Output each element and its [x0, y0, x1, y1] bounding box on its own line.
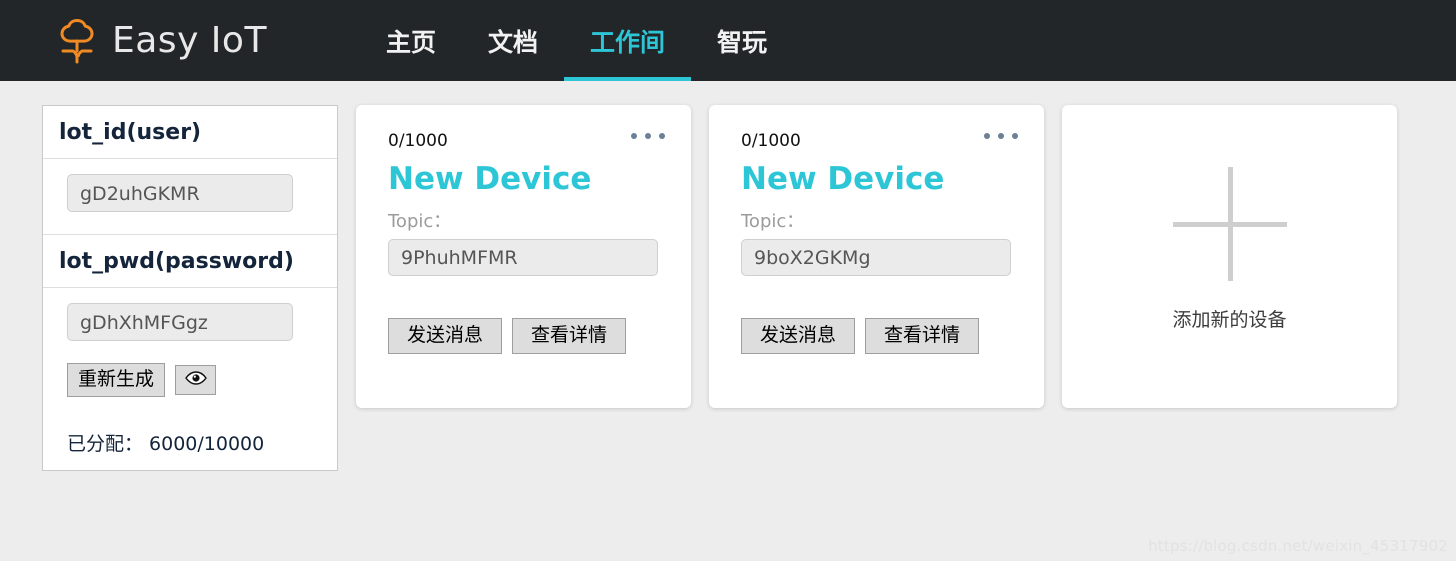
watermark: https://blog.csdn.net/weixin_45317902 [1148, 537, 1448, 555]
device-card: 0/1000 New Device Topic： 9PhuhMFMR 发送消息 … [356, 105, 691, 408]
main-nav: 主页 文档 工作间 智玩 [360, 0, 793, 81]
toggle-password-visibility-button[interactable] [175, 364, 217, 395]
device-actions: 发送消息 查看详情 [741, 318, 1014, 354]
nav-item-playground[interactable]: 智玩 [691, 0, 793, 81]
device-card: 0/1000 New Device Topic： 9boX2GKMg 发送消息 … [709, 105, 1044, 408]
topic-input[interactable]: 9boX2GKMg [741, 239, 1011, 276]
brand-name: Easy IoT [112, 20, 267, 61]
brand-logo-area[interactable]: Easy IoT [54, 16, 267, 66]
add-device-label: 添加新的设备 [1172, 309, 1287, 331]
send-message-button[interactable]: 发送消息 [388, 318, 503, 354]
iot-id-input[interactable]: gD2uhGKMR [67, 174, 293, 212]
eye-icon [184, 371, 207, 388]
tree-cloud-logo-icon [54, 16, 100, 66]
nav-item-workspace[interactable]: 工作间 [563, 0, 692, 81]
main-content: lot_id(user) gD2uhGKMR lot_pwd(password)… [0, 81, 1456, 471]
send-message-button[interactable]: 发送消息 [741, 318, 856, 354]
device-name: New Device [741, 161, 945, 197]
credential-actions: 重新生成 [67, 363, 321, 397]
iot-id-section-title: lot_id(user) [43, 106, 337, 159]
iot-id-section-body: gD2uhGKMR [43, 159, 337, 235]
nav-item-docs[interactable]: 文档 [462, 0, 564, 81]
topic-label: Topic： [741, 211, 805, 232]
iot-pwd-section-body: gDhXhMFGgz 重新生成 已分配： 6000/10000 [43, 288, 337, 470]
nav-item-label: 文档 [487, 28, 538, 57]
allocation-status: 已分配： 6000/10000 [67, 432, 265, 455]
nav-item-label: 智玩 [717, 28, 768, 57]
iot-pwd-section-title: lot_pwd(password) [43, 235, 337, 288]
credentials-panel: lot_id(user) gD2uhGKMR lot_pwd(password)… [42, 105, 338, 471]
top-navbar: Easy IoT 主页 文档 工作间 智玩 [0, 0, 1456, 81]
device-actions: 发送消息 查看详情 [388, 318, 661, 354]
plus-icon [1172, 167, 1287, 281]
device-quota: 0/1000 [741, 131, 801, 151]
nav-item-label: 主页 [385, 28, 436, 57]
view-details-button[interactable]: 查看详情 [865, 318, 980, 354]
more-horizontal-icon[interactable] [984, 133, 1018, 139]
iot-pwd-input[interactable]: gDhXhMFGgz [67, 303, 293, 341]
nav-item-home[interactable]: 主页 [360, 0, 462, 81]
topic-label: Topic： [388, 211, 452, 232]
nav-item-label: 工作间 [589, 28, 665, 57]
device-quota: 0/1000 [388, 131, 448, 151]
topic-input[interactable]: 9PhuhMFMR [388, 239, 658, 276]
device-name: New Device [388, 161, 592, 197]
add-device-card[interactable]: 添加新的设备 [1062, 105, 1397, 408]
more-horizontal-icon[interactable] [631, 133, 665, 139]
view-details-button[interactable]: 查看详情 [512, 318, 627, 354]
regenerate-button[interactable]: 重新生成 [67, 363, 166, 397]
